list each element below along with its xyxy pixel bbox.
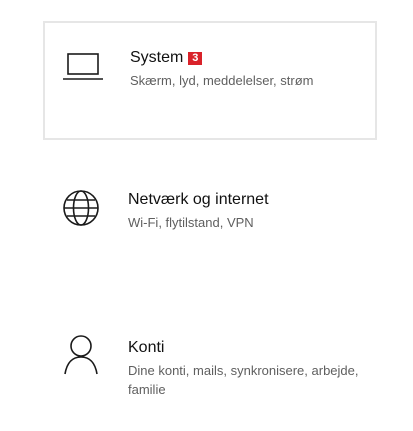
globe-icon: [59, 186, 103, 230]
person-icon: [59, 332, 103, 376]
tile-title: Netværk og internet: [128, 191, 269, 208]
tile-title: System: [130, 49, 184, 66]
tile-description: Dine konti, mails, synkronisere, arbejde…: [128, 363, 359, 397]
laptop-icon: [61, 45, 105, 89]
tile-title: Konti: [128, 339, 165, 356]
settings-tile-accounts[interactable]: Konti Dine konti, mails, synkronisere, a…: [43, 318, 377, 418]
tile-description: Skærm, lyd, meddelelser, strøm: [130, 73, 314, 88]
settings-tile-network[interactable]: Netværk og internet Wi-Fi, flytilstand, …: [43, 170, 377, 270]
notification-badge: 3: [188, 51, 203, 65]
tile-description: Wi-Fi, flytilstand, VPN: [128, 215, 254, 230]
settings-tile-system[interactable]: System 3 Skærm, lyd, meddelelser, strøm: [43, 21, 377, 140]
settings-page: System 3 Skærm, lyd, meddelelser, strøm …: [0, 0, 413, 431]
